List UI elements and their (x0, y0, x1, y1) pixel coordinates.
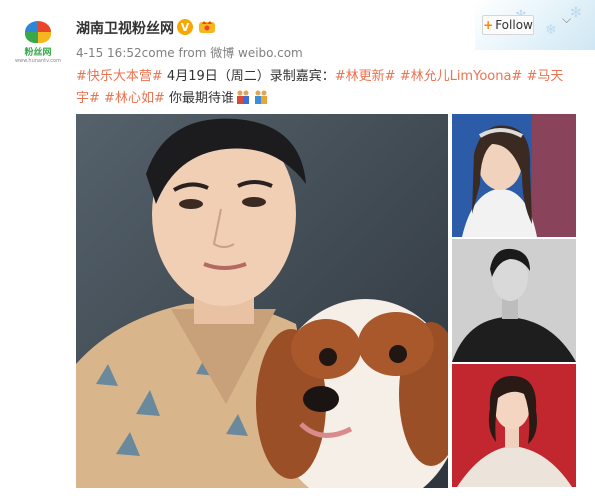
people-emoji-icon (254, 90, 267, 104)
man-portrait-illustration (452, 239, 576, 362)
follow-button[interactable]: + Follow (482, 15, 534, 35)
avatar-url: www.hunantv.com (15, 57, 61, 64)
woman-portrait-illustration (452, 114, 576, 237)
hashtag[interactable]: #林允儿LimYoona# (400, 69, 523, 84)
hashtag[interactable]: #林更新# (335, 69, 396, 84)
post-text-segment: 你最期待谁 (164, 91, 234, 106)
plus-icon: + (483, 18, 494, 32)
people-emoji-icon (236, 90, 249, 104)
post-text: #快乐大本营# 4月19日（周二）录制嘉宾：#林更新# #林允儿LimYoona… (76, 66, 576, 110)
post-source[interactable]: come from 微博 weibo.com (142, 46, 303, 60)
chevron-down-icon[interactable]: ⌵ (562, 12, 571, 27)
woman-portrait-illustration (452, 364, 576, 487)
account-name[interactable]: 湖南卫视粉丝网 (76, 18, 174, 38)
avatar[interactable]: 粉丝网 www.hunantv.com (13, 17, 63, 67)
brand-logo-icon (25, 20, 51, 43)
crown-icon[interactable] (198, 18, 216, 34)
verified-icon[interactable]: V (177, 19, 193, 35)
post-time[interactable]: 4-15 16:52 (76, 46, 142, 60)
post-text-segment: 4月19日（周二）录制嘉宾： (162, 69, 335, 84)
thumb-photo-1[interactable] (452, 114, 576, 237)
avatar-text: 粉丝网 (24, 47, 52, 58)
man-and-dog-illustration (76, 114, 448, 488)
thumb-photo-3[interactable] (452, 364, 576, 487)
thumb-photo-2[interactable] (452, 239, 576, 362)
main-photo[interactable] (76, 114, 448, 488)
hashtag[interactable]: #快乐大本营# (76, 69, 163, 84)
follow-label: Follow (495, 18, 533, 32)
post-meta: 4-15 16:52come from 微博 weibo.com (76, 44, 303, 61)
hashtag[interactable]: #林心如# (104, 91, 165, 106)
